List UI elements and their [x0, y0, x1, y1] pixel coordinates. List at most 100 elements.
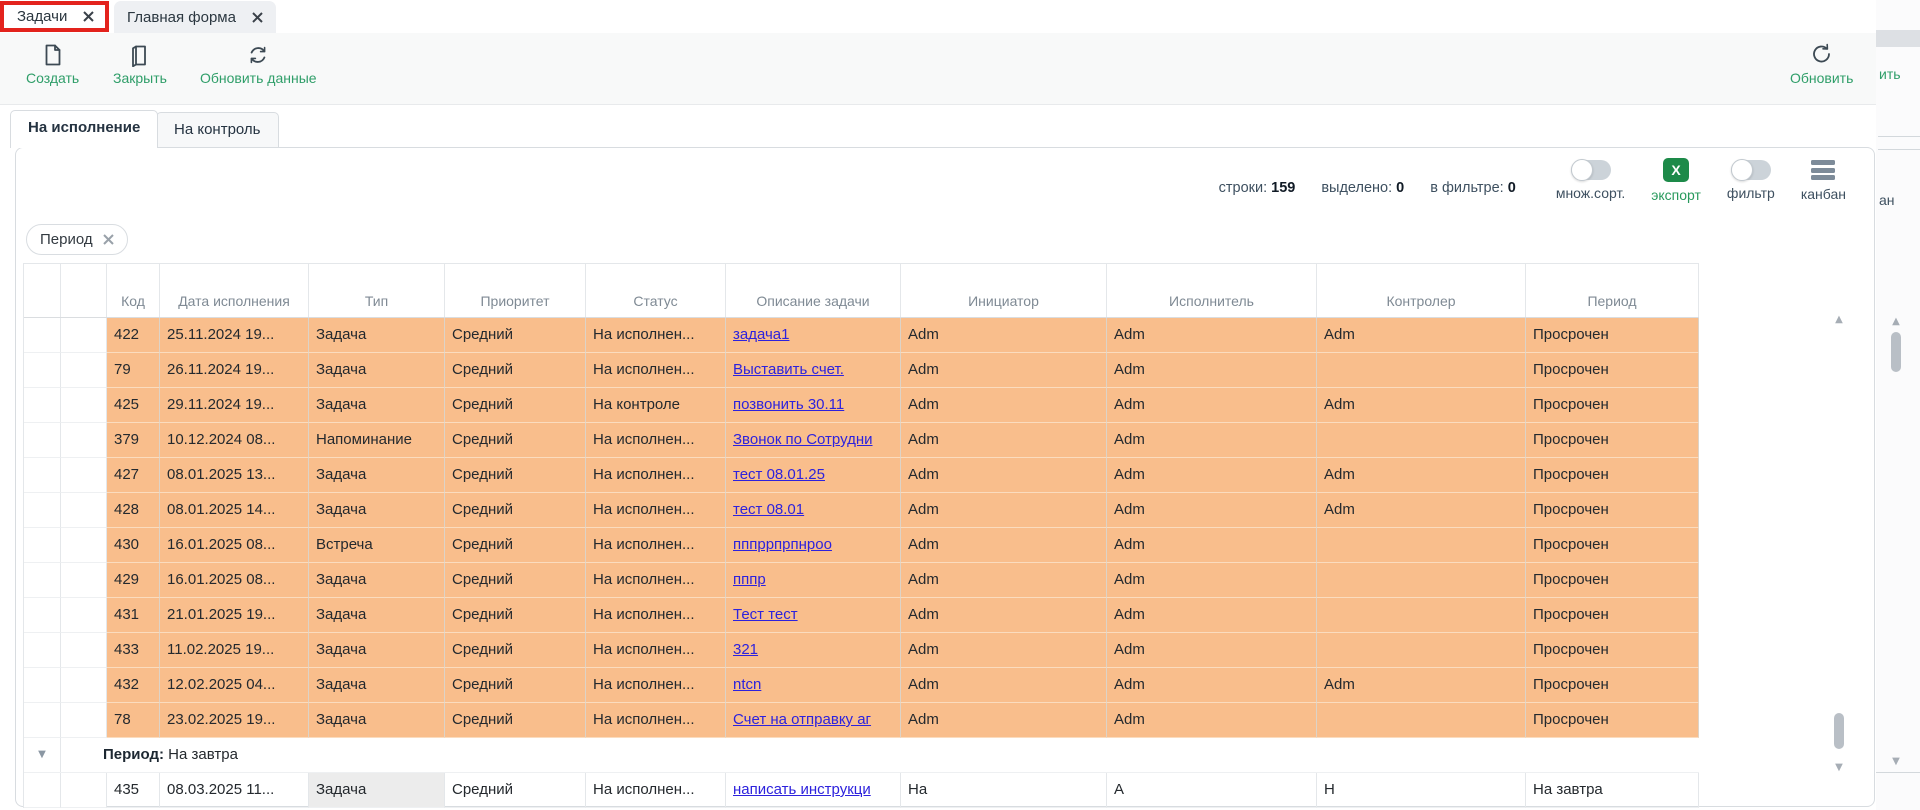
cell-period: Просрочен — [1526, 563, 1699, 598]
table-row[interactable]: 425 29.11.2024 19... Задача Средний На к… — [24, 388, 1699, 423]
row-select-cell[interactable] — [61, 423, 107, 458]
cell-description: позвонить 30.11 — [726, 388, 901, 423]
table-row[interactable]: 429 16.01.2025 08... Задача Средний На и… — [24, 563, 1699, 598]
table-row[interactable]: 428 08.01.2025 14... Задача Средний На и… — [24, 493, 1699, 528]
row-select-cell[interactable] — [61, 388, 107, 423]
close-icon[interactable] — [103, 234, 114, 245]
task-description-link[interactable]: 321 — [733, 641, 758, 658]
cell-status: На исполнен... — [586, 353, 726, 388]
table-row[interactable]: 79 26.11.2024 19... Задача Средний На ис… — [24, 353, 1699, 388]
row-select-cell[interactable] — [61, 353, 107, 388]
task-description-link[interactable]: пппррпрпнроо — [733, 536, 832, 553]
task-description-link[interactable]: Счет на отправку аг — [733, 711, 871, 728]
kanban-button[interactable]: канбан — [1801, 159, 1846, 202]
scroll-up-icon[interactable]: ▲ — [1831, 314, 1847, 326]
task-description-link[interactable]: тест 08.01 — [733, 501, 804, 518]
table-vertical-scrollbar[interactable]: ▲ ▼ — [1831, 314, 1847, 774]
create-button[interactable]: Создать — [26, 41, 79, 86]
cell-period: На завтра — [1526, 773, 1699, 808]
task-description-link[interactable]: задача1 — [733, 326, 789, 343]
row-select-cell[interactable] — [61, 773, 107, 808]
multisort-toggle[interactable]: множ.сорт. — [1556, 160, 1625, 201]
cell-type: Задача — [309, 633, 445, 668]
row-select-cell[interactable] — [61, 703, 107, 738]
header-date[interactable]: Дата исполнения — [160, 264, 309, 317]
close-icon[interactable] — [83, 11, 94, 22]
cell-initiator: Adm — [901, 668, 1107, 703]
cell-priority: Средний — [445, 633, 586, 668]
task-description-link[interactable]: пппр — [733, 571, 766, 588]
task-description-link[interactable]: ntcn — [733, 676, 761, 693]
row-select-cell[interactable] — [61, 458, 107, 493]
window-tab-tasks[interactable]: Задачи — [0, 1, 109, 32]
close-form-button[interactable]: Закрыть — [113, 41, 167, 86]
refresh-data-button[interactable]: Обновить данные — [200, 41, 317, 86]
header-description[interactable]: Описание задачи — [726, 264, 901, 317]
table-row[interactable]: 430 16.01.2025 08... Встреча Средний На … — [24, 528, 1699, 563]
cell-period: Просрочен — [1526, 458, 1699, 493]
scrollbar-thumb[interactable] — [1891, 332, 1901, 372]
cell-period: Просрочен — [1526, 668, 1699, 703]
header-status[interactable]: Статус — [586, 264, 726, 317]
row-expander-cell — [24, 423, 61, 458]
table-row[interactable]: 427 08.01.2025 13... Задача Средний На и… — [24, 458, 1699, 493]
row-select-cell[interactable] — [61, 668, 107, 703]
window-tab-main-form[interactable]: Главная форма — [114, 1, 276, 33]
scrollbar-thumb[interactable] — [1834, 713, 1844, 749]
header-type[interactable]: Тип — [309, 264, 445, 317]
background-partial-button[interactable]: ить — [1879, 66, 1901, 82]
cell-type-focused[interactable]: Задача — [309, 773, 445, 808]
header-code[interactable]: Код — [107, 264, 160, 317]
toggle-off-icon[interactable] — [1571, 160, 1611, 180]
group-row-period-tomorrow[interactable]: ▼ Период: На завтра — [24, 738, 1699, 773]
filter-toggle[interactable]: фильтр — [1727, 160, 1775, 201]
table-row[interactable]: 433 11.02.2025 19... Задача Средний На и… — [24, 633, 1699, 668]
table-row[interactable]: 78 23.02.2025 19... Задача Средний На ис… — [24, 703, 1699, 738]
cell-priority: Средний — [445, 353, 586, 388]
table-row[interactable]: 432 12.02.2025 04... Задача Средний На и… — [24, 668, 1699, 703]
row-expander-cell — [24, 703, 61, 738]
collapse-triangle-icon[interactable]: ▼ — [24, 738, 61, 772]
tab-control[interactable]: На контроль — [156, 112, 279, 148]
cell-code: 432 — [107, 668, 160, 703]
task-description-link[interactable]: позвонить 30.11 — [733, 396, 844, 413]
scroll-down-icon[interactable]: ▼ — [1831, 762, 1847, 774]
cell-code: 79 — [107, 353, 160, 388]
tab-execution[interactable]: На исполнение — [10, 110, 158, 148]
new-document-icon — [42, 41, 64, 67]
cell-code: 431 — [107, 598, 160, 633]
table-row[interactable]: 422 25.11.2024 19... Задача Средний На и… — [24, 318, 1699, 353]
row-select-cell[interactable] — [61, 493, 107, 528]
task-description-link[interactable]: Звонок по Сотрудни — [733, 431, 873, 448]
close-icon[interactable] — [252, 12, 263, 23]
header-controller[interactable]: Контролер — [1317, 264, 1526, 317]
header-initiator[interactable]: Инициатор — [901, 264, 1107, 317]
task-description-link[interactable]: написать инструкци — [733, 781, 871, 798]
background-vertical-scrollbar[interactable]: ▲ ▼ — [1888, 316, 1904, 768]
cell-type: Задача — [309, 353, 445, 388]
task-description-link[interactable]: тест 08.01.25 — [733, 466, 825, 483]
row-select-cell[interactable] — [61, 528, 107, 563]
header-priority[interactable]: Приоритет — [445, 264, 586, 317]
scroll-up-icon[interactable]: ▲ — [1888, 316, 1904, 328]
scroll-down-icon[interactable]: ▼ — [1888, 756, 1904, 768]
task-description-link[interactable]: Тест тест — [733, 606, 798, 623]
cell-type: Встреча — [309, 528, 445, 563]
row-select-cell[interactable] — [61, 318, 107, 353]
header-period[interactable]: Период — [1526, 264, 1699, 317]
row-select-cell[interactable] — [61, 598, 107, 633]
refresh-button[interactable]: Обновить — [1790, 41, 1853, 86]
table-row[interactable]: 431 21.01.2025 19... Задача Средний На и… — [24, 598, 1699, 633]
kanban-icon — [1811, 159, 1835, 181]
task-description-link[interactable]: Выставить счет. — [733, 361, 844, 378]
row-select-cell[interactable] — [61, 633, 107, 668]
group-by-period-chip[interactable]: Период — [26, 224, 128, 255]
table-row[interactable]: 435 08.03.2025 11... Задача Средний На и… — [24, 773, 1699, 808]
header-executor[interactable]: Исполнитель — [1107, 264, 1317, 317]
toggle-off-icon[interactable] — [1731, 160, 1771, 180]
row-expander-cell — [24, 668, 61, 703]
table-row[interactable]: 379 10.12.2024 08... Напоминание Средний… — [24, 423, 1699, 458]
export-button[interactable]: X экспорт — [1651, 158, 1701, 203]
row-select-cell[interactable] — [61, 563, 107, 598]
cell-status: На исполнен... — [586, 773, 726, 808]
